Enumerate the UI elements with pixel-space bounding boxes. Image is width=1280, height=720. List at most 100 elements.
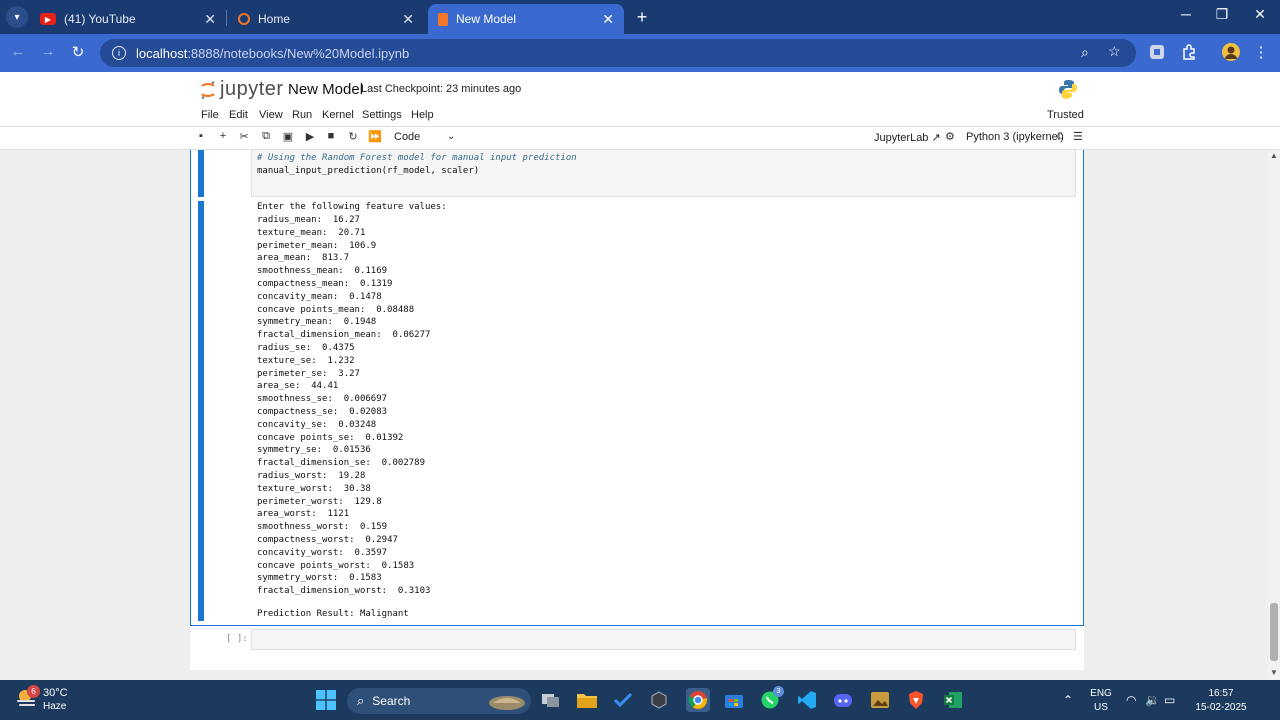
feature-value: 30.38 [343, 483, 371, 494]
feature-name: compactness_se [257, 407, 333, 417]
url-path: :8888/notebooks/New%20Model.ipynb [187, 45, 410, 61]
region-code[interactable]: US [1086, 702, 1116, 713]
feature-name: smoothness_mean [257, 266, 339, 277]
feature-separator: : [305, 253, 323, 264]
tab-home[interactable]: Home ✕ [228, 4, 424, 34]
brave-icon[interactable] [904, 688, 928, 712]
gear-icon[interactable]: ⚙ [945, 130, 955, 143]
feature-separator: : [322, 227, 339, 238]
close-icon[interactable]: ✕ [402, 11, 414, 28]
fast-forward-icon[interactable]: ⏩ [368, 130, 382, 143]
chevron-up-icon[interactable]: ⌃ [1063, 693, 1073, 707]
feature-name: perimeter_worst [257, 496, 339, 507]
weather-temperature[interactable]: 30°C [43, 687, 68, 699]
restart-icon[interactable]: ↻ [346, 130, 360, 143]
menu-settings[interactable]: Settings [362, 109, 402, 121]
menu-run[interactable]: Run [292, 109, 312, 121]
taskbar-search[interactable]: ⌕ Search [347, 688, 531, 714]
jupyterlab-link[interactable]: JupyterLab ↗ [874, 131, 941, 144]
chevron-down-icon[interactable]: ⌄ [447, 131, 455, 142]
paste-icon[interactable]: ▣ [281, 130, 295, 143]
feature-separator: : [365, 560, 382, 571]
insert-cell-icon[interactable]: + [216, 130, 230, 142]
output-collapser[interactable] [198, 201, 204, 621]
feature-separator: : [316, 215, 333, 225]
menu-file[interactable]: File [201, 109, 219, 121]
menu-lines-icon[interactable]: ☰ [1073, 130, 1083, 143]
kernel-name[interactable]: Python 3 (ipykernel) [966, 131, 1064, 143]
menu-edit[interactable]: Edit [229, 109, 248, 121]
battery-icon[interactable]: ▭ [1164, 693, 1175, 707]
chrome-icon[interactable] [686, 688, 710, 712]
app-cube-icon[interactable] [647, 688, 671, 712]
feature-name: concave points_worst [257, 560, 366, 571]
scroll-up-icon[interactable]: ▲ [1268, 151, 1280, 160]
trusted-indicator[interactable]: Trusted [1047, 109, 1084, 121]
feature-name: area_se [257, 381, 295, 392]
site-info-icon[interactable]: i [112, 46, 126, 60]
restore-button[interactable]: ❐ [1212, 6, 1232, 23]
cut-icon[interactable]: ✂ [237, 130, 251, 143]
stop-icon[interactable]: ■ [324, 130, 338, 142]
feature-name: radius_worst [257, 471, 323, 481]
language-code[interactable]: ENG [1086, 688, 1116, 699]
input-collapser[interactable] [198, 150, 204, 197]
scroll-down-icon[interactable]: ▼ [1268, 668, 1280, 677]
tab-youtube[interactable]: ▶ (41) YouTube ✕ [30, 4, 226, 34]
run-icon[interactable]: ▶ [303, 130, 317, 143]
code-comment: # Using the Random Forest model for manu… [257, 153, 577, 163]
reload-button[interactable]: ↻ [68, 43, 88, 61]
todo-check-icon[interactable] [611, 688, 635, 712]
wifi-icon[interactable]: ◠ [1126, 693, 1136, 707]
save-icon[interactable]: ▪ [194, 130, 208, 142]
feature-name: area_worst [257, 509, 312, 520]
feature-separator: : [294, 381, 312, 392]
tab-search-button[interactable]: ▾ [6, 6, 28, 28]
feature-separator: : [332, 407, 350, 417]
kernel-status-icon: ○ [1056, 128, 1064, 143]
clock-time[interactable]: 16:57 [1190, 688, 1252, 699]
file-explorer-icon[interactable] [575, 688, 599, 712]
browser-menu-button[interactable]: ⋮ [1251, 43, 1271, 61]
excel-icon[interactable] [941, 688, 965, 712]
menu-kernel[interactable]: Kernel [322, 109, 354, 121]
discord-icon[interactable] [831, 688, 855, 712]
profile-avatar-icon[interactable] [1222, 43, 1240, 61]
copy-icon[interactable]: ⧉ [259, 130, 273, 143]
forward-button[interactable]: → [38, 43, 58, 60]
task-view-icon[interactable] [539, 688, 563, 712]
close-icon[interactable]: ✕ [204, 11, 216, 28]
close-icon[interactable]: ✕ [602, 11, 614, 28]
pictures-app-icon[interactable] [868, 688, 892, 712]
menu-help[interactable]: Help [411, 109, 434, 121]
feature-value: 0.3103 [397, 586, 431, 597]
jupyter-logo[interactable]: jupyter [200, 78, 284, 101]
cell-type-select[interactable]: Code [394, 131, 420, 143]
notebook-icon [438, 12, 448, 26]
feature-value: 0.03248 [338, 419, 377, 430]
scrollbar[interactable] [1268, 150, 1280, 680]
tab-new-model[interactable]: New Model ✕ [428, 4, 624, 34]
url-field[interactable]: i localhost:8888/notebooks/New%20Model.i… [100, 39, 1136, 67]
close-window-button[interactable]: ✕ [1250, 6, 1270, 23]
output-feature-line: concave points_worst: 0.1583 [257, 561, 414, 571]
bookmark-star-icon[interactable]: ☆ [1108, 43, 1121, 60]
scrollbar-thumb[interactable] [1270, 603, 1278, 661]
extensions-puzzle-icon[interactable] [1180, 43, 1198, 61]
menu-view[interactable]: View [259, 109, 283, 121]
clock-date[interactable]: 15-02-2025 [1190, 702, 1252, 713]
new-tab-button[interactable]: + [632, 7, 652, 28]
feature-value: 0.08488 [376, 304, 415, 315]
minimize-button[interactable]: ─ [1176, 6, 1196, 22]
notebook-title[interactable]: New Model [288, 81, 363, 98]
weather-description[interactable]: Haze [43, 701, 66, 712]
volume-icon[interactable]: 🔉 [1145, 693, 1160, 707]
extension-app-icon[interactable] [1148, 43, 1166, 61]
empty-code-cell[interactable] [251, 629, 1076, 650]
zoom-search-icon[interactable]: ⌕ [1081, 44, 1089, 61]
back-button[interactable]: ← [8, 43, 28, 60]
microsoft-store-icon[interactable] [722, 688, 746, 712]
windows-start-icon[interactable] [316, 690, 336, 710]
search-highlight-icon [489, 696, 525, 710]
vscode-icon[interactable] [795, 688, 819, 712]
